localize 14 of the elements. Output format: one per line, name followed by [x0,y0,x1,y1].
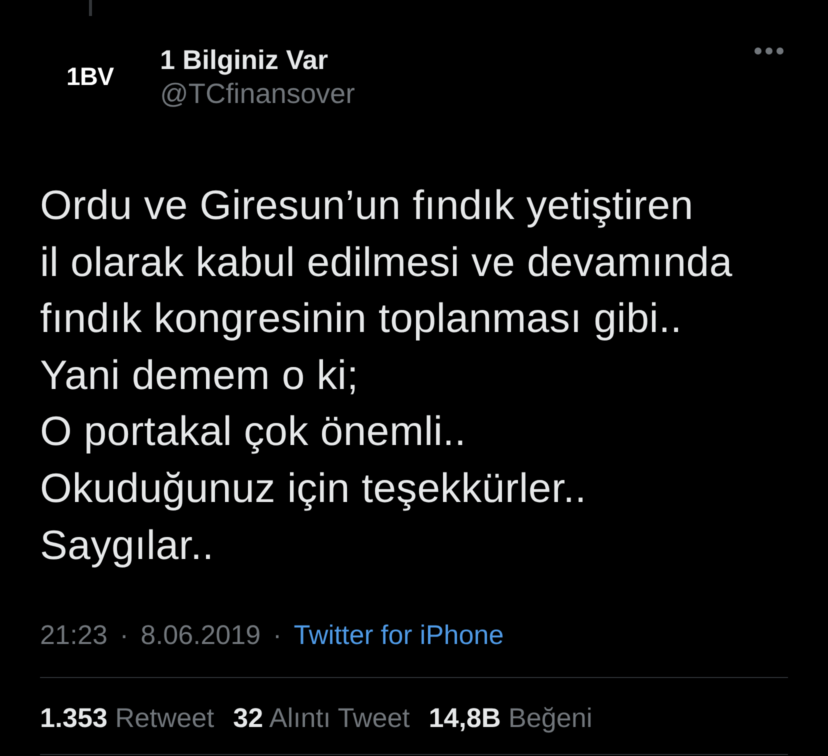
avatar-logo-text[interactable]: 1BV [66,63,114,91]
stat-link[interactable]: 32 Alıntı Tweet [233,700,410,736]
author-handle[interactable]: @TCfinansover [160,77,355,111]
post-time: 21:23 [40,619,108,652]
separator-dot: · [272,619,282,652]
more-dots-icon [754,47,784,55]
source-link[interactable]: Twitter for iPhone [294,617,504,654]
stat-link[interactable]: 1.353 Retweet [40,700,214,736]
stat-link[interactable]: 14,8B Beğeni [428,700,592,736]
tweet-text: Ordu ve Giresun’un fındık yetiştiren il olarak kabul edilmesi ve devamında fındık kongresinin toplanması gibi.. Yani demem o ki; O portakal çok önemli.. Okuduğunuz için teşekkürler.. Saygılar.. [40,181,734,570]
separator-dot: · [120,619,129,652]
author-name[interactable]: 1 Bilginiz Var [160,43,355,77]
more-options-button[interactable] [752,45,786,57]
post-date: 8.06.2019 [140,619,261,652]
